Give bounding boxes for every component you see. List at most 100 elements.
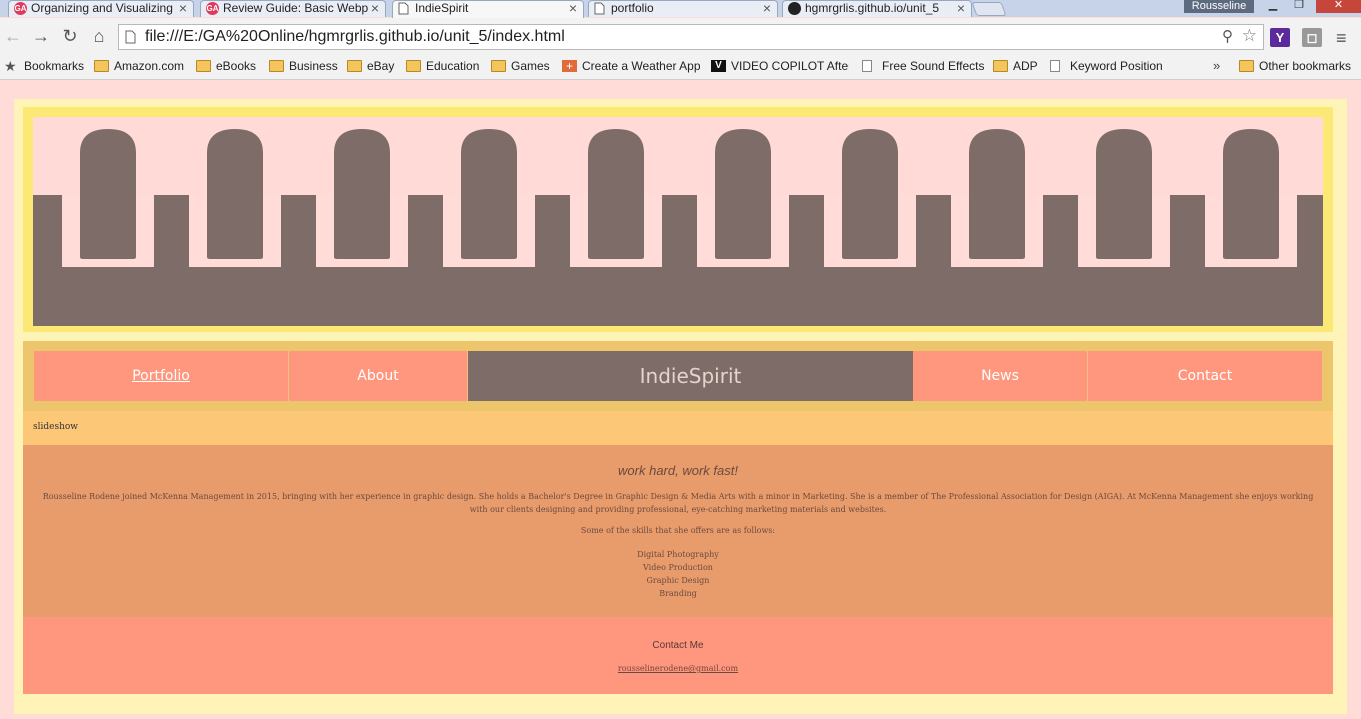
bookmark-item[interactable]: Free Sound Effects: [862, 57, 985, 75]
bookmark-label: Games: [511, 59, 550, 73]
bookmark-label: eBooks: [216, 59, 257, 73]
close-icon[interactable]: ×: [569, 1, 577, 16]
bookmark-folder[interactable]: eBay: [347, 57, 394, 75]
tab-strip: GA Organizing and Visualizing × GA Revie…: [0, 0, 1361, 18]
web-page: Portfolio About IndieSpirit News Contact…: [0, 81, 1361, 719]
bookmarks-overflow-icon[interactable]: »: [1213, 58, 1220, 73]
banner-arch: [715, 129, 771, 259]
browser-tab[interactable]: portfolio ×: [588, 0, 778, 17]
bookmark-label: Business: [289, 59, 338, 73]
browser-tab-active[interactable]: IndieSpirit ×: [392, 0, 584, 18]
ga-icon: GA: [14, 2, 27, 15]
reload-icon[interactable]: ↻: [59, 26, 81, 47]
bookmark-folder[interactable]: Business: [269, 57, 338, 75]
nav-portfolio-link[interactable]: Portfolio: [34, 351, 289, 401]
nav-contact-link[interactable]: Contact: [1088, 351, 1322, 401]
close-icon[interactable]: ×: [371, 1, 379, 16]
tab-title: Organizing and Visualizing: [31, 1, 173, 15]
banner-arch: [80, 129, 136, 259]
bookmark-folder[interactable]: Games: [491, 57, 550, 75]
close-icon[interactable]: ×: [763, 1, 771, 16]
contact-email-link[interactable]: rousselinerodene@gmail.com: [23, 664, 1333, 673]
bookmark-folder[interactable]: eBooks: [196, 57, 256, 75]
banner-graphic: [33, 129, 1323, 326]
bookmarks-bar: ★ Bookmarks Amazon.com eBooks Business e…: [0, 55, 1361, 80]
plus-icon: +: [562, 60, 577, 72]
bookmark-label: ADP: [1013, 59, 1038, 73]
banner-arch: [588, 129, 644, 259]
minimize-icon[interactable]: ▁: [1262, 0, 1284, 13]
folder-icon: [993, 60, 1008, 72]
bookmark-label: Bookmarks: [24, 59, 85, 73]
bookmark-folder[interactable]: ADP: [993, 57, 1038, 75]
folder-icon: [94, 60, 109, 72]
browser-tab[interactable]: GA Review Guide: Basic Webp ×: [200, 0, 386, 17]
bookmark-label: Education: [426, 59, 480, 73]
bookmark-label: Other bookmarks: [1259, 59, 1352, 73]
bookmark-item[interactable]: V VIDEO COPILOT After: [711, 57, 849, 75]
nav-news-link[interactable]: News: [913, 351, 1088, 401]
vc-icon: V: [711, 60, 726, 72]
contact-title: Contact Me: [652, 640, 704, 651]
bookmark-label: Amazon.com: [114, 59, 185, 73]
folder-icon: [196, 60, 211, 72]
document-icon: [594, 2, 607, 15]
page-info-icon[interactable]: [125, 30, 136, 49]
home-icon[interactable]: ⌂: [88, 26, 110, 47]
browser-tab[interactable]: GA Organizing and Visualizing ×: [8, 0, 194, 17]
yahoo-extension-icon[interactable]: Y: [1270, 28, 1290, 47]
extension-icon[interactable]: ◻: [1302, 28, 1322, 47]
skill-item: Graphic Design: [646, 576, 710, 585]
folder-icon: [491, 60, 506, 72]
banner-arch: [969, 129, 1025, 259]
bookmark-item[interactable]: Keyword Position: [1050, 57, 1163, 75]
tab-title: hgmrgrlis.github.io/unit_5: [805, 1, 940, 15]
window-close-button[interactable]: ✕: [1316, 0, 1361, 13]
nav-about-link[interactable]: About: [289, 351, 468, 401]
banner-arch: [207, 129, 263, 259]
tagline: work hard, work fast!: [618, 463, 738, 478]
bookmark-star-icon[interactable]: ☆: [1242, 26, 1257, 46]
forward-icon[interactable]: →: [30, 26, 52, 47]
banner-arch: [334, 129, 390, 259]
slideshow-label: slideshow: [33, 422, 78, 432]
other-bookmarks-folder[interactable]: Other bookmarks: [1239, 57, 1351, 75]
page-icon: [1050, 60, 1060, 72]
main-nav: Portfolio About IndieSpirit News Contact: [34, 351, 1322, 401]
skills-list: Digital Photography Video Production Gra…: [23, 548, 1333, 600]
folder-icon: [347, 60, 362, 72]
bookmark-label: VIDEO COPILOT After: [731, 59, 849, 73]
folder-icon: [406, 60, 421, 72]
close-icon[interactable]: ×: [957, 1, 965, 16]
folder-icon: [1239, 60, 1254, 72]
tab-title: Review Guide: Basic Webp: [223, 1, 369, 15]
tab-title: IndieSpirit: [415, 1, 469, 15]
about-section: work hard, work fast! Rousseline Rodene …: [23, 445, 1333, 617]
bookmark-item[interactable]: + Create a Weather App: [562, 57, 700, 75]
bookmark-item[interactable]: ★ Bookmarks: [4, 57, 84, 75]
bookmark-label: Keyword Position: [1070, 59, 1163, 73]
banner-arch: [461, 129, 517, 259]
url-text[interactable]: file:///E:/GA%20Online/hgmrgrlis.github.…: [145, 28, 565, 46]
address-bar[interactable]: file:///E:/GA%20Online/hgmrgrlis.github.…: [118, 24, 1264, 50]
close-icon[interactable]: ×: [179, 1, 187, 16]
document-icon: [398, 2, 411, 15]
profile-button[interactable]: Rousseline: [1184, 0, 1254, 13]
bio-paragraph: Rousseline Rodene joined McKenna Managem…: [42, 492, 1314, 514]
bookmark-folder[interactable]: Amazon.com: [94, 57, 184, 75]
menu-icon[interactable]: ≡: [1336, 28, 1347, 49]
back-icon[interactable]: ←: [2, 26, 24, 47]
skill-item: Digital Photography: [637, 550, 719, 559]
maximize-icon[interactable]: ❐: [1288, 0, 1310, 13]
bookmark-label: eBay: [367, 59, 395, 73]
slideshow-section: slideshow: [23, 411, 1333, 445]
browser-tab[interactable]: hgmrgrlis.github.io/unit_5 ×: [782, 0, 972, 17]
header-banner-image: [33, 117, 1323, 326]
skill-item: Video Production: [643, 563, 713, 572]
site-brand: IndieSpirit: [468, 351, 913, 401]
new-tab-button[interactable]: [971, 2, 1007, 16]
bookmark-folder[interactable]: Education: [406, 57, 479, 75]
search-icon[interactable]: ⚲: [1222, 27, 1233, 45]
page-icon: [862, 60, 872, 72]
github-icon: [788, 2, 801, 15]
